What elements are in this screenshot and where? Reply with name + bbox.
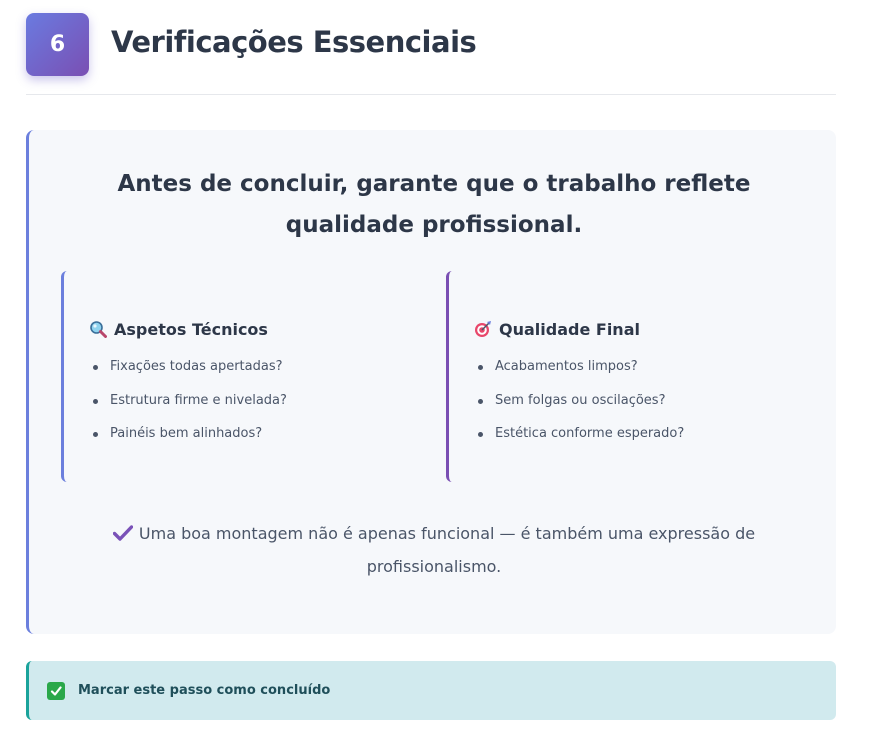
final-quality-list: Acabamentos limpos? Sem folgas ou oscila…: [473, 359, 684, 460]
closing-text: Uma boa montagem não é apenas funcional …: [69, 518, 799, 582]
mark-step-complete-toggle[interactable]: Marcar este passo como concluído: [26, 661, 836, 720]
page: 6 Verificações Essenciais Antes de concl…: [0, 0, 873, 731]
list-item: Estética conforme esperado?: [473, 426, 684, 460]
list-item: Painéis bem alinhados?: [88, 426, 287, 460]
verification-card: Antes de concluir, garante que o trabalh…: [26, 130, 836, 634]
checkbox-checked-icon[interactable]: [47, 681, 65, 700]
final-quality-title: Qualidade Final: [499, 319, 640, 339]
final-quality-heading: Qualidade Final: [473, 319, 640, 339]
intro-text: Antes de concluir, garante que o trabalh…: [117, 171, 751, 238]
technical-aspects-list: Fixações todas apertadas? Estrutura firm…: [88, 359, 287, 460]
step-number-badge: 6: [26, 13, 89, 76]
magnifier-icon: [88, 319, 108, 339]
technical-aspects-heading: Aspetos Técnicos: [88, 319, 268, 339]
heavy-check-mark-icon: [112, 520, 134, 551]
closing-message: Uma boa montagem não é apenas funcional …: [138, 524, 756, 576]
technical-aspects-title: Aspetos Técnicos: [114, 319, 268, 339]
technical-aspects-box: Aspetos Técnicos Fixações todas apertada…: [61, 271, 421, 482]
mark-complete-label[interactable]: Marcar este passo como concluído: [78, 683, 330, 698]
list-item: Estrutura firme e nivelada?: [88, 393, 287, 427]
list-item: Sem folgas ou oscilações?: [473, 393, 684, 427]
final-quality-box: Qualidade Final Acabamentos limpos? Sem …: [446, 271, 806, 482]
step-header: 6 Verificações Essenciais: [26, 13, 836, 95]
list-item: Acabamentos limpos?: [473, 359, 684, 393]
step-title: Verificações Essenciais: [111, 25, 477, 59]
target-icon: [473, 319, 493, 339]
list-item: Fixações todas apertadas?: [88, 359, 287, 393]
